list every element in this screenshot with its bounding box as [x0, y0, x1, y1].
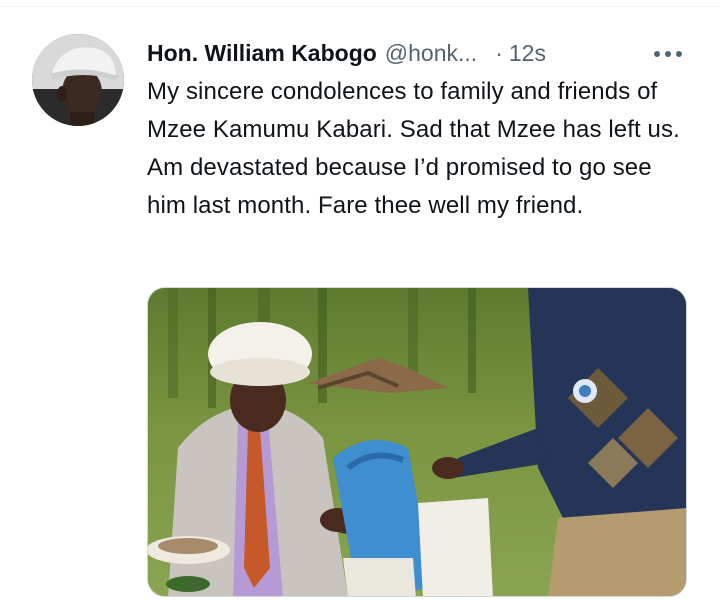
tweet-photo[interactable] — [147, 287, 687, 597]
photo-illustration — [148, 288, 686, 596]
author-display-name[interactable]: Hon. William Kabogo — [147, 40, 377, 67]
tweet-text: My sincere condolences to family and fri… — [147, 78, 680, 219]
tweet-header: Hon. William Kabogo @honk... · 12s — [147, 37, 546, 69]
separator-dot: · — [495, 39, 503, 66]
avatar[interactable] — [32, 34, 124, 126]
tweet-timestamp[interactable]: 12s — [509, 40, 546, 67]
more-horizontal-icon — [654, 51, 682, 57]
profile-photo — [32, 34, 124, 126]
top-divider — [0, 0, 720, 7]
author-handle[interactable]: @honk... — [385, 40, 477, 67]
more-button[interactable] — [648, 40, 688, 68]
tweet[interactable]: Hon. William Kabogo @honk... · 12s My si… — [0, 7, 720, 600]
